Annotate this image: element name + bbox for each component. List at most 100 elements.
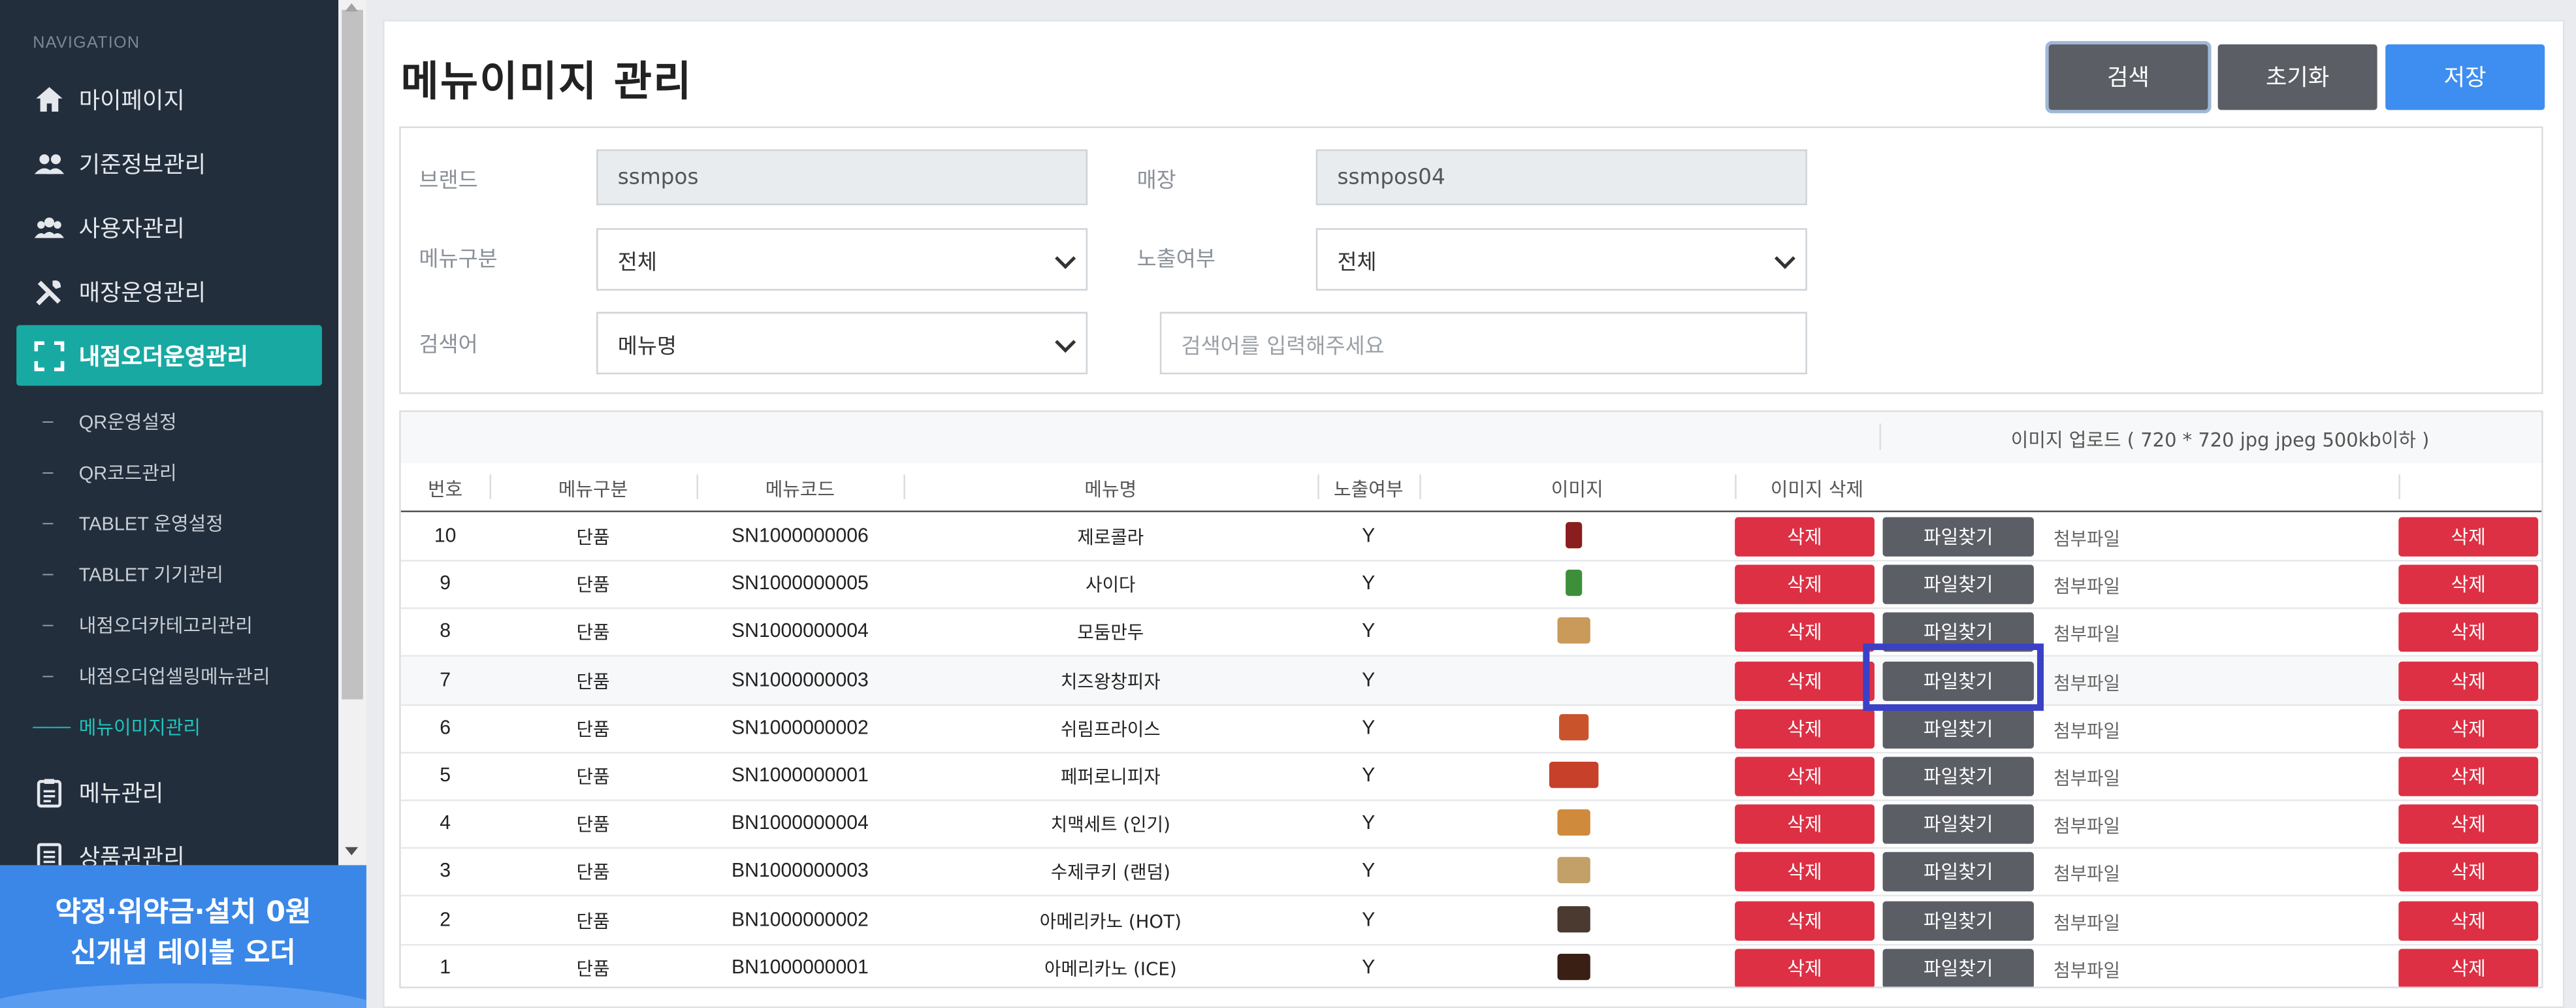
keyword-type-value: 메뉴명 <box>617 334 677 359</box>
cell-code: SN1000000004 <box>732 619 869 643</box>
attachment-label: 첨부파일 <box>2053 624 2120 646</box>
sidebar-item-users[interactable]: 사용자관리 <box>16 197 322 258</box>
cell-type: 단품 <box>576 958 610 980</box>
scroll-up-arrow-icon[interactable] <box>345 3 359 12</box>
sidebar-item-in-store-order[interactable]: 내점오더운영관리 <box>16 325 322 386</box>
scroll-down-arrow-icon[interactable] <box>345 847 359 856</box>
find-file-button[interactable]: 파일찾기 <box>1882 709 2034 749</box>
find-file-button[interactable]: 파일찾기 <box>1882 756 2034 796</box>
cell-type: 단품 <box>576 719 610 740</box>
keyword-type-select[interactable]: 메뉴명 <box>596 312 1088 374</box>
delete-upload-button[interactable]: 삭제 <box>2398 660 2539 701</box>
sidebar-subitem-qr-codes[interactable]: – QR코드관리 <box>42 460 176 486</box>
cell-code: SN1000000002 <box>732 715 869 739</box>
reset-button[interactable]: 초기화 <box>2217 44 2377 110</box>
delete-upload-button[interactable]: 삭제 <box>2398 756 2539 796</box>
sidebar-item-mypage[interactable]: 마이페이지 <box>16 69 322 130</box>
sidebar-subitem-menu-image[interactable]: —— 메뉴이미지관리 <box>33 714 201 740</box>
table-row: 5 단품 SN1000000001 페퍼로니피자 Y 삭제 파일찾기 첨부파일 삭제 <box>400 752 2542 802</box>
sidebar-subitem-qr-settings[interactable]: – QR운영설정 <box>42 409 176 435</box>
keyword-input[interactable]: 검색어를 입력해주세요 <box>1159 312 1807 374</box>
delete-upload-button[interactable]: 삭제 <box>2398 949 2539 987</box>
delete-image-button[interactable]: 삭제 <box>1735 804 1875 845</box>
column-header-image: 이미지 <box>1551 478 1603 501</box>
delete-image-button[interactable]: 삭제 <box>1735 949 1875 987</box>
focus-frame-icon <box>34 340 65 370</box>
store-field: ssmpos04 <box>1315 149 1807 206</box>
column-header-type: 메뉴구분 <box>558 478 628 501</box>
find-file-button[interactable]: 파일찾기 <box>1882 949 2034 987</box>
table-header-row: 번호 메뉴구분 메뉴코드 메뉴명 노출여부 이미지 이미지 삭제 <box>400 463 2542 513</box>
brand-field: ssmpos <box>596 149 1088 206</box>
find-file-button[interactable]: 파일찾기 <box>1882 517 2034 557</box>
delete-image-button[interactable]: 삭제 <box>1735 660 1875 701</box>
delete-image-button[interactable]: 삭제 <box>1735 709 1875 749</box>
find-file-button[interactable]: 파일찾기 <box>1882 900 2034 940</box>
delete-upload-button[interactable]: 삭제 <box>2398 564 2539 605</box>
exposure-label: 노출여부 <box>1136 248 1216 273</box>
pizza-thumb <box>1549 762 1599 789</box>
menu-type-select[interactable]: 전체 <box>596 228 1088 291</box>
home-icon <box>36 86 63 111</box>
cell-no: 2 <box>440 907 451 930</box>
sidebar-item-label: 메뉴관리 <box>78 780 164 807</box>
sidebar-subitem-label: 내점오더업셀링메뉴관리 <box>78 668 270 688</box>
nav-heading: NAVIGATION <box>33 34 140 53</box>
table-row: 9 단품 SN1000000005 사이다 Y 삭제 파일찾기 첨부파일 삭제 <box>400 560 2542 610</box>
delete-upload-button[interactable]: 삭제 <box>2398 853 2539 892</box>
cell-exposure: Y <box>1362 571 1376 595</box>
delete-image-button[interactable]: 삭제 <box>1735 564 1875 605</box>
delete-upload-button[interactable]: 삭제 <box>2398 709 2539 749</box>
column-header-name: 메뉴명 <box>1084 478 1137 501</box>
sidebar-subitem-upselling[interactable]: – 내점오더업셀링메뉴관리 <box>42 663 270 689</box>
menu-type-label: 메뉴구분 <box>419 248 498 273</box>
cell-type: 단품 <box>576 575 610 596</box>
sidebar-item-label: 내점오더운영관리 <box>78 344 248 370</box>
cell-no: 7 <box>440 667 451 691</box>
attachment-label: 첨부파일 <box>2053 768 2120 790</box>
sidebar-subitem-label: 내점오더카테고리관리 <box>78 617 253 638</box>
cell-code: BN1000000002 <box>732 907 869 930</box>
delete-image-button[interactable]: 삭제 <box>1735 900 1875 940</box>
sidebar-subitem-label: QR운영설정 <box>78 414 177 434</box>
cell-exposure: Y <box>1362 955 1376 979</box>
promo-banner[interactable]: 약정·위약금·설치 0원 신개념 테이블 오더 <box>0 865 366 1008</box>
sidebar-subitem-category[interactable]: – 내점오더카테고리관리 <box>42 612 252 638</box>
exposure-value: 전체 <box>1337 250 1377 275</box>
delete-upload-button[interactable]: 삭제 <box>2398 900 2539 940</box>
table-row: 6 단품 SN1000000002 쉬림프라이스 Y 삭제 파일찾기 첨부파일 삭제 <box>400 704 2542 753</box>
find-file-button[interactable]: 파일찾기 <box>1882 853 2034 892</box>
sidebar-scrollbar-thumb[interactable] <box>342 10 363 700</box>
save-button[interactable]: 저장 <box>2385 44 2545 110</box>
sidebar-item-store-ops[interactable]: 매장운영관리 <box>16 261 322 322</box>
cell-no: 5 <box>440 763 451 787</box>
find-file-button[interactable]: 파일찾기 <box>1882 804 2034 845</box>
delete-image-button[interactable]: 삭제 <box>1735 517 1875 557</box>
upload-header-divider <box>1879 423 1882 450</box>
sidebar-item-menu[interactable]: 메뉴관리 <box>16 762 322 822</box>
tools-icon <box>36 280 61 305</box>
sidebar: NAVIGATION 마이페이지 기준정보관리 사용자관리 매장운영관리 내점오… <box>0 0 339 1008</box>
delete-image-button[interactable]: 삭제 <box>1735 613 1875 653</box>
delete-upload-button[interactable]: 삭제 <box>2398 804 2539 845</box>
upload-header-text: 이미지 업로드 ( 720 * 720 jpg jpeg 500kb이하 ) <box>2010 428 2430 452</box>
delete-upload-button[interactable]: 삭제 <box>2398 517 2539 557</box>
sidebar-subitem-tablet-devices[interactable]: – TABLET 기기관리 <box>42 561 223 587</box>
sidebar-item-base-info[interactable]: 기준정보관리 <box>16 133 322 194</box>
table-row: 4 단품 BN1000000004 치맥세트 (인기) Y 삭제 파일찾기 첨부파일 삭제 <box>400 800 2542 849</box>
sidebar-subitem-label: 메뉴이미지관리 <box>78 719 201 739</box>
search-button[interactable]: 검색 <box>2045 41 2212 114</box>
cell-name: 제로콜라 <box>1077 527 1144 549</box>
cell-code: BN1000000004 <box>732 811 869 835</box>
delete-upload-button[interactable]: 삭제 <box>2398 613 2539 653</box>
attachment-label: 첨부파일 <box>2053 816 2120 838</box>
brand-label: 브랜드 <box>419 169 478 194</box>
find-file-button[interactable]: 파일찾기 <box>1882 564 2034 605</box>
delete-image-button[interactable]: 삭제 <box>1735 756 1875 796</box>
column-header-exposure: 노출여부 <box>1333 478 1404 501</box>
delete-image-button[interactable]: 삭제 <box>1735 853 1875 892</box>
exposure-select[interactable]: 전체 <box>1315 228 1807 291</box>
table-row: 10 단품 SN1000000006 제로콜라 Y 삭제 파일찾기 첨부파일 삭제 <box>400 512 2542 562</box>
cell-type: 단품 <box>576 814 610 836</box>
sidebar-subitem-tablet-settings[interactable]: – TABLET 운영설정 <box>42 511 223 537</box>
